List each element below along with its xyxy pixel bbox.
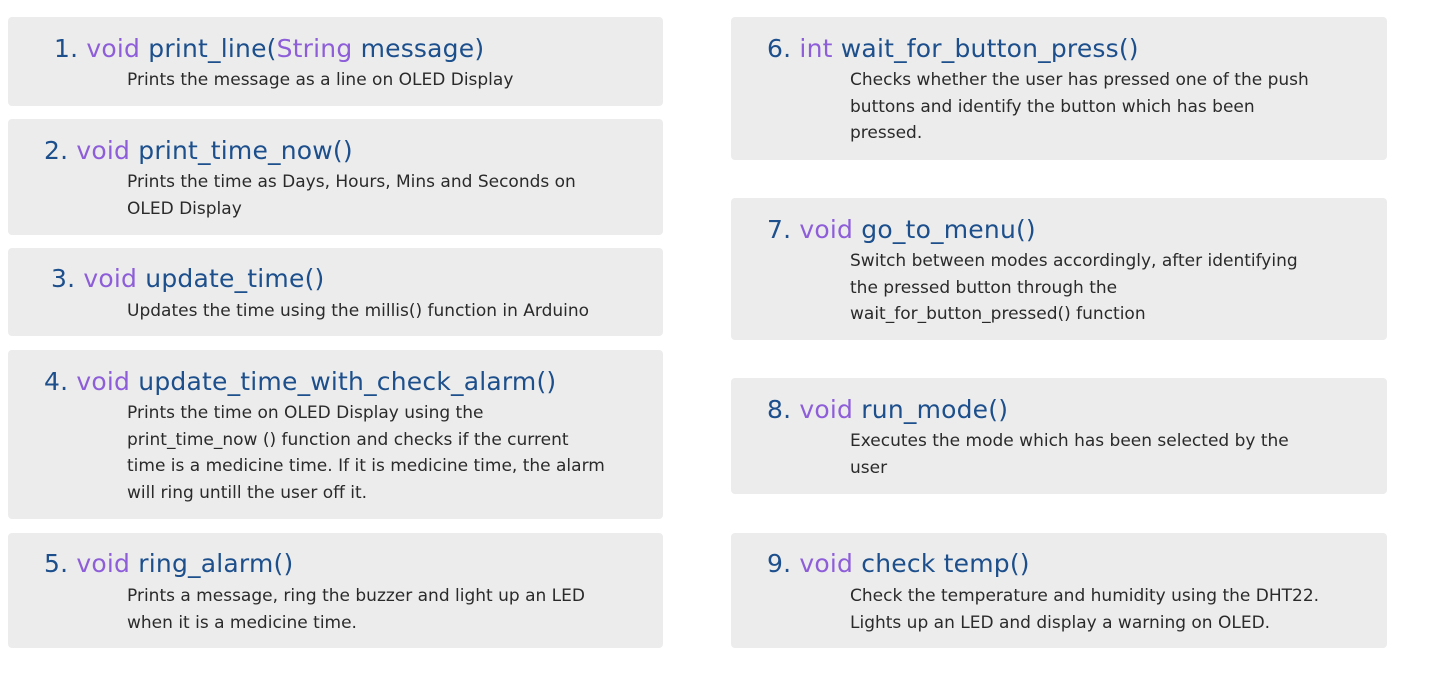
description-line: Executes the mode which has been selecte… <box>850 431 1289 451</box>
function-card-9: 9. void check temp() Check the temperatu… <box>731 533 1387 648</box>
function-card-7: 7. void go_to_menu() Switch between mode… <box>731 198 1387 340</box>
return-type: void <box>76 367 131 396</box>
item-number: 9. <box>767 549 792 578</box>
function-description-7: Switch between modes accordingly, after … <box>850 248 1298 328</box>
return-type: void <box>76 549 131 578</box>
description-line: buttons and identify the button which ha… <box>850 96 1255 117</box>
description-line: print_time_now () function and checks if… <box>127 429 569 450</box>
function-title-5: 5. void ring_alarm() <box>44 549 293 579</box>
function-description-4: Prints the time on OLED Display using th… <box>127 400 605 506</box>
item-number: 6. <box>767 34 792 63</box>
function-title-3: 3. void update_time() <box>51 264 324 294</box>
item-number: 1. <box>54 34 79 63</box>
function-title-2: 2. void print_time_now() <box>44 136 353 166</box>
return-type: void <box>799 395 854 424</box>
function-name: print_line( <box>148 34 277 63</box>
description-line: Checks whether the user has pressed one … <box>850 70 1309 90</box>
function-description-8: Executes the mode which has been selecte… <box>850 428 1289 481</box>
description-line: Prints a message, ring the buzzer and li… <box>127 586 585 606</box>
return-type: void <box>799 215 854 244</box>
function-name: run_mode() <box>861 395 1009 424</box>
function-description-2: Prints the time as Days, Hours, Mins and… <box>127 169 576 222</box>
function-name: wait_for_button_press() <box>840 34 1139 63</box>
function-title-7: 7. void go_to_menu() <box>767 215 1036 245</box>
description-line: wait_for_button_pressed() function <box>850 304 1146 324</box>
function-name: update_time_with_check_alarm() <box>138 367 557 396</box>
function-name: ring_alarm() <box>138 549 294 578</box>
item-number: 5. <box>44 549 69 578</box>
item-number: 8. <box>767 395 792 424</box>
return-type: void <box>799 549 854 578</box>
item-number: 2. <box>44 136 69 165</box>
function-name: check temp() <box>861 549 1030 578</box>
function-title-1: 1. void print_line(String message) <box>54 34 484 64</box>
function-card-5: 5. void ring_alarm() Prints a message, r… <box>8 533 663 648</box>
description-line: when it is a medicine time. <box>127 612 357 633</box>
function-title-4: 4. void update_time_with_check_alarm() <box>44 367 556 397</box>
item-number: 3. <box>51 264 76 293</box>
description-line: Prints the message as a line on OLED Dis… <box>127 70 514 90</box>
function-name: update_time() <box>145 264 325 293</box>
param-name: message) <box>360 34 485 63</box>
description-line: Lights up an LED and display a warning o… <box>850 612 1271 633</box>
description-line: OLED Display <box>127 198 242 219</box>
description-line: Prints the time as Days, Hours, Mins and… <box>127 172 576 192</box>
function-title-6: 6. int wait_for_button_press() <box>767 34 1139 64</box>
return-type: int <box>799 34 833 63</box>
param-type: String <box>276 34 353 63</box>
item-number: 7. <box>767 215 792 244</box>
function-name: go_to_menu() <box>861 215 1036 244</box>
function-card-3: 3. void update_time() Updates the time u… <box>8 248 663 336</box>
function-card-6: 6. int wait_for_button_press() Checks wh… <box>731 17 1387 160</box>
function-card-1: 1. void print_line(String message) Print… <box>8 17 663 106</box>
description-line: Updates the time using the millis() func… <box>127 301 590 321</box>
item-number: 4. <box>44 367 69 396</box>
return-type: void <box>76 136 131 165</box>
function-description-1: Prints the message as a line on OLED Dis… <box>127 67 513 94</box>
function-title-8: 8. void run_mode() <box>767 395 1008 425</box>
description-line: time is a medicine time. If it is medici… <box>127 456 605 476</box>
function-card-8: 8. void run_mode() Executes the mode whi… <box>731 378 1387 494</box>
function-card-2: 2. void print_time_now() Prints the time… <box>8 119 663 235</box>
return-type: void <box>83 264 138 293</box>
function-title-9: 9. void check temp() <box>767 549 1030 579</box>
function-description-5: Prints a message, ring the buzzer and li… <box>127 583 585 636</box>
function-name: print_time_now() <box>138 136 353 165</box>
description-line: Check the temperature and humidity using… <box>850 586 1320 606</box>
function-description-9: Check the temperature and humidity using… <box>850 583 1319 636</box>
return-type: void <box>86 34 141 63</box>
function-description-6: Checks whether the user has pressed one … <box>850 67 1309 147</box>
description-line: Switch between modes accordingly, after … <box>850 251 1298 271</box>
function-description-3: Updates the time using the millis() func… <box>127 298 589 325</box>
description-line: the pressed button through the <box>850 277 1118 298</box>
description-line: pressed. <box>850 123 923 143</box>
description-line: user <box>850 457 888 478</box>
description-line: will ring untill the user off it. <box>127 482 368 503</box>
description-line: Prints the time on OLED Display using th… <box>127 403 484 423</box>
function-card-4: 4. void update_time_with_check_alarm() P… <box>8 350 663 519</box>
